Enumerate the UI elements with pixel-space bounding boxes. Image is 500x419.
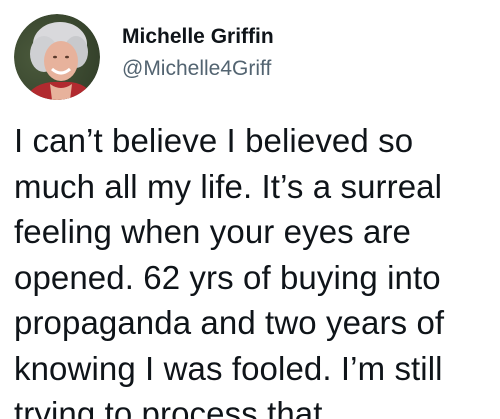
tweet-header: Michelle Griffin @Michelle4Griff	[14, 14, 484, 100]
tweet-text: I can’t believe I believed so much all m…	[14, 122, 445, 419]
user-handle[interactable]: @Michelle4Griff	[122, 55, 274, 83]
tweet-card: Michelle Griffin @Michelle4Griff I can’t…	[0, 0, 500, 419]
author-ids: Michelle Griffin @Michelle4Griff	[122, 23, 274, 83]
avatar[interactable]	[14, 14, 100, 100]
display-name[interactable]: Michelle Griffin	[122, 23, 274, 51]
